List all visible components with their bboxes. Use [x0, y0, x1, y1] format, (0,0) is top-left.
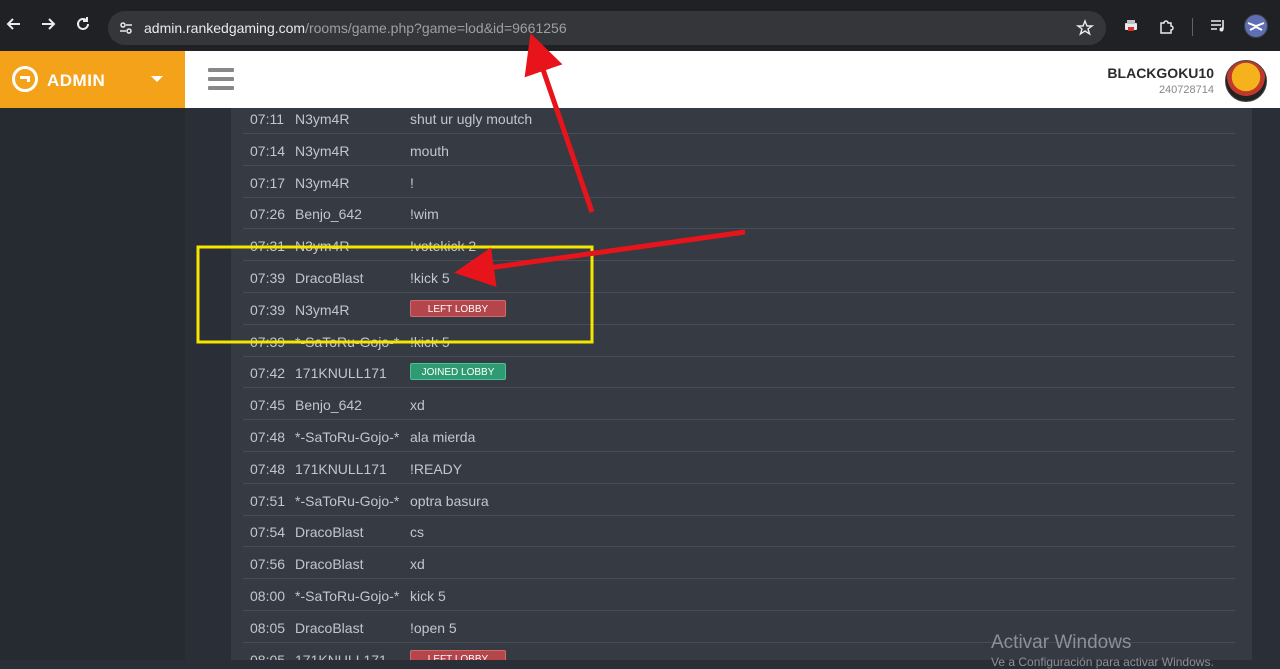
chat-time: 08:05: [250, 619, 286, 636]
browser-toolbar: admin.rankedgaming.com/rooms/game.php?ga…: [0, 0, 1280, 51]
chat-time: 07:39: [250, 270, 286, 286]
chat-row: 07:39 N3ym4R LEFT LOBBY: [243, 293, 1235, 325]
chat-user[interactable]: 171KNULL171: [295, 652, 387, 660]
chat-user[interactable]: *-SaToRu-Gojo-*: [295, 588, 399, 604]
chat-user[interactable]: *-SaToRu-Gojo-*: [295, 429, 399, 445]
brand-title: ADMIN: [47, 71, 106, 90]
chat-user[interactable]: DracoBlast: [295, 556, 363, 572]
chat-message: xd: [410, 556, 425, 573]
chat-user[interactable]: *-SaToRu-Gojo-*: [295, 493, 399, 509]
profile-avatar-icon[interactable]: [1244, 14, 1268, 38]
chat-message: !READY: [410, 460, 463, 477]
chat-row: 07:48 171KNULL171 !READY: [243, 452, 1235, 484]
chat-time: 08:00: [250, 588, 286, 604]
extensions-puzzle-icon[interactable]: [1157, 16, 1177, 36]
chat-user[interactable]: 171KNULL171: [295, 365, 387, 381]
chat-message: ala mierda: [410, 429, 476, 445]
chat-user[interactable]: N3ym4R: [295, 111, 349, 127]
chat-time: 07:48: [250, 460, 286, 477]
chat-row: 07:56 DracoBlast xd: [243, 547, 1235, 580]
rankedgaming-logo-icon: [12, 66, 38, 92]
chat-time: 07:14: [250, 142, 286, 159]
chat-user[interactable]: *-SaToRu-Gojo-*: [295, 334, 399, 350]
chat-row: 07:48 *-SaToRu-Gojo-* ala mierda: [243, 420, 1235, 452]
chat-row: 07:51 *-SaToRu-Gojo-* optra basura: [243, 484, 1235, 516]
chat-user[interactable]: DracoBlast: [295, 524, 363, 540]
reload-icon[interactable]: [72, 13, 94, 35]
chat-time: 07:56: [250, 556, 286, 573]
windows-activation-subtitle: Ve a Configuración para activar Windows.: [991, 655, 1214, 669]
extension-printer-icon[interactable]: [1121, 16, 1141, 36]
chat-time: 07:11: [250, 111, 284, 127]
chat-user[interactable]: N3ym4R: [295, 143, 349, 159]
admin-brand-menu[interactable]: ADMIN: [0, 51, 185, 108]
chat-user[interactable]: Benjo_642: [295, 397, 362, 413]
url-host: admin.rankedgaming.com: [144, 20, 306, 36]
chat-message: !wim: [410, 206, 439, 223]
chat-message: shut ur ugly moutch: [410, 111, 533, 127]
hamburger-menu-icon[interactable]: [208, 68, 234, 90]
chat-user[interactable]: N3ym4R: [295, 302, 349, 318]
chat-row: 07:11 N3ym4R shut ur ugly moutch: [243, 108, 1235, 134]
url-text[interactable]: admin.rankedgaming.com/rooms/game.php?ga…: [144, 20, 567, 36]
chat-row: 07:42 171KNULL171 JOINED LOBBY: [243, 356, 1235, 389]
media-control-icon[interactable]: [1208, 16, 1228, 36]
left-lobby-badge: LEFT LOBBY: [410, 299, 506, 317]
chat-message: !kick 5: [410, 270, 450, 286]
joined-lobby-badge: JOINED LOBBY: [410, 363, 506, 381]
back-icon[interactable]: [3, 13, 25, 35]
main-content: 07:11 N3ym4R shut ur ugly moutch 07:14 N3ym4…: [185, 108, 1280, 660]
chat-message: kick 5: [410, 588, 446, 604]
chat-row: 07:39 DracoBlast !kick 5: [243, 261, 1235, 293]
forward-icon[interactable]: [37, 13, 59, 35]
chat-user[interactable]: 171KNULL171: [295, 461, 387, 477]
user-name[interactable]: BLACKGOKU10: [1107, 65, 1214, 81]
chat-time: 07:48: [250, 429, 286, 445]
chat-time: 07:42: [250, 365, 286, 382]
left-lobby-badge: LEFT LOBBY: [410, 649, 506, 660]
chat-message: !votekick 2: [410, 238, 477, 255]
chat-row: 07:31 N3ym4R !votekick 2: [243, 229, 1235, 262]
chat-message: mouth: [410, 142, 449, 159]
chat-row: 07:17 N3ym4R!: [243, 166, 1235, 198]
chat-time: 07:51: [250, 492, 286, 509]
chat-row: 07:39 *-SaToRu-Gojo-* !kick 5: [243, 325, 1235, 357]
chat-time: 07:54: [250, 524, 286, 541]
chat-row: 07:54 DracoBlast cs: [243, 515, 1235, 548]
chevron-down-icon: [151, 76, 163, 82]
chat-message: optra basura: [410, 492, 489, 509]
chat-time: 07:39: [250, 333, 286, 350]
chat-message: !open 5: [410, 619, 457, 636]
chat-user[interactable]: N3ym4R: [295, 175, 349, 191]
chat-time: 07:39: [250, 301, 286, 318]
chat-user[interactable]: N3ym4R: [295, 238, 349, 254]
chat-log-panel: 07:11 N3ym4R shut ur ugly moutch 07:14 N3ym4…: [231, 108, 1252, 660]
url-path: /rooms/game.php?game=lod&id=9661256: [305, 20, 567, 36]
chat-time: 07:26: [250, 206, 286, 223]
sidebar: [0, 108, 185, 660]
chat-time: 07:45: [250, 397, 286, 414]
site-info-icon[interactable]: [118, 20, 134, 41]
chat-time: 07:17: [250, 174, 286, 191]
chat-time: 08:05: [250, 651, 286, 660]
chat-message: !: [410, 174, 414, 191]
chat-message: !kick 5: [410, 333, 450, 350]
bookmark-star-icon[interactable]: [1075, 19, 1095, 42]
toolbar-separator: [1192, 18, 1193, 36]
chat-user[interactable]: DracoBlast: [295, 620, 363, 636]
chat-row: 08:00 *-SaToRu-Gojo-* kick 5: [243, 579, 1235, 611]
chat-message: cs: [410, 524, 424, 541]
user-avatar[interactable]: [1225, 60, 1267, 102]
chat-message: xd: [410, 397, 425, 414]
top-bar: BLACKGOKU10 240728714: [185, 51, 1280, 108]
chat-row: 07:45 Benjo_642 xd: [243, 388, 1235, 421]
user-id: 240728714: [1158, 84, 1214, 96]
chat-user[interactable]: Benjo_642: [295, 206, 362, 222]
address-bar[interactable]: admin.rankedgaming.com/rooms/game.php?ga…: [108, 11, 1106, 45]
chat-row: 07:26 Benjo_642 !wim: [243, 197, 1235, 230]
chat-user[interactable]: DracoBlast: [295, 270, 363, 286]
windows-activation-watermark: Activar Windows: [991, 632, 1132, 653]
chat-row: 07:14 N3ym4R mouth: [243, 134, 1235, 166]
chat-time: 07:31: [250, 238, 286, 255]
